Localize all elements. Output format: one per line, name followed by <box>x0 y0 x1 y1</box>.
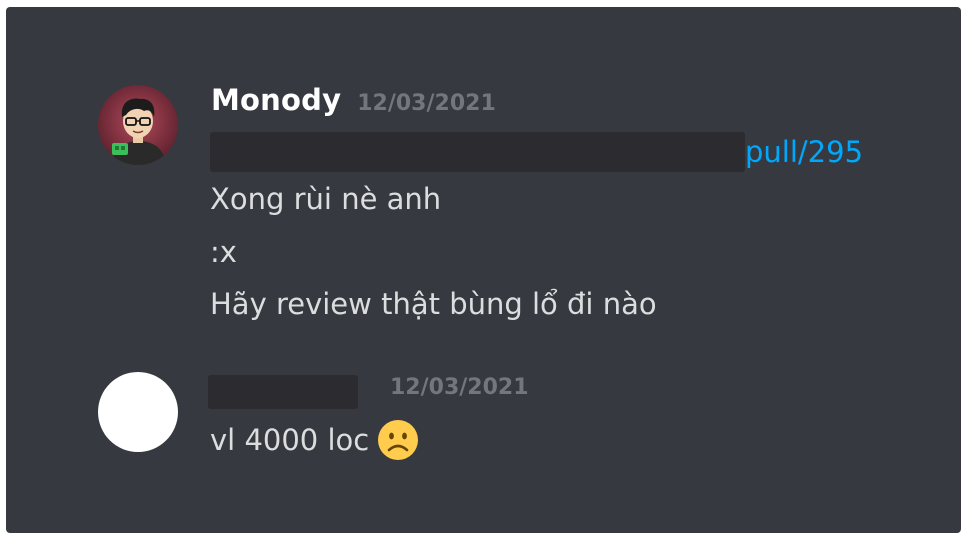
frowning-face-emoji-icon <box>378 420 419 460</box>
message-text: Hãy review thật bùng lổ đi nào <box>210 287 657 321</box>
message-header: 12/03/2021 <box>208 375 529 409</box>
user-avatar[interactable] <box>98 372 178 452</box>
cartoon-boy-avatar-icon <box>98 85 178 165</box>
message-text: vl 4000 loc <box>210 423 370 457</box>
message-text-row: vl 4000 loc <box>210 419 419 461</box>
message-text: :x <box>210 235 237 269</box>
timestamp: 12/03/2021 <box>357 91 496 116</box>
user-avatar[interactable] <box>98 85 178 165</box>
pull-request-link[interactable]: pull/295 <box>745 135 863 169</box>
redacted-link-prefix <box>210 132 745 172</box>
link-line: pull/295 <box>210 132 863 172</box>
username[interactable]: Monody <box>211 83 341 117</box>
message-header: Monody 12/03/2021 <box>211 83 496 117</box>
chat-panel: Monody 12/03/2021 pull/295 Xong rùi nè a… <box>6 7 961 533</box>
redacted-username <box>208 375 358 409</box>
timestamp: 12/03/2021 <box>390 375 529 400</box>
message-text: Xong rùi nè anh <box>210 182 442 216</box>
